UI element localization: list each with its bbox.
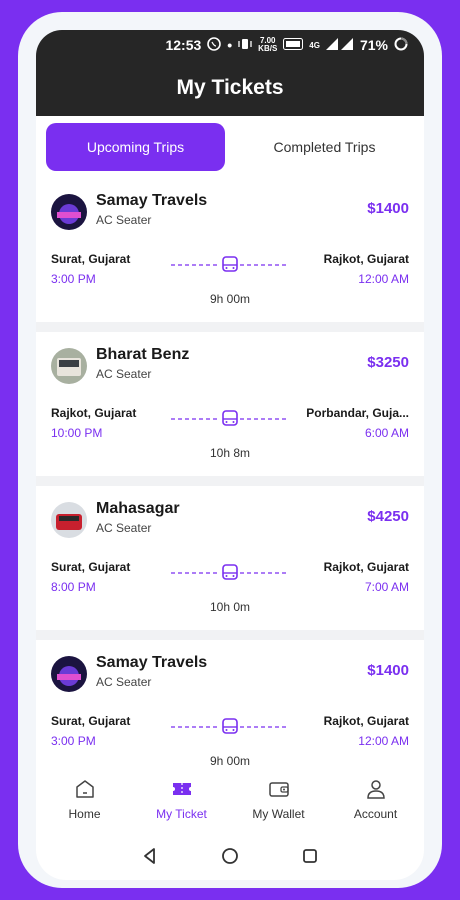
- dot-icon: •: [227, 37, 233, 53]
- trip-duration: 9h 00m: [209, 292, 251, 306]
- operator-avatar: [51, 194, 87, 230]
- recents-icon[interactable]: [301, 847, 319, 870]
- route-line: [171, 410, 289, 428]
- ticket-price: $1400: [367, 200, 409, 217]
- ticket-card[interactable]: Samay Travels AC Seater $1400 Surat, Guj…: [36, 178, 424, 322]
- ticket-price: $1400: [367, 662, 409, 679]
- app-bar: My Tickets: [36, 60, 424, 116]
- destination-city: Rajkot, Gujarat: [323, 252, 409, 266]
- signal-icon: [325, 37, 354, 53]
- operator-avatar: [51, 502, 87, 538]
- destination-city: Rajkot, Gujarat: [323, 560, 409, 574]
- ticket-list[interactable]: Samay Travels AC Seater $1400 Surat, Guj…: [36, 178, 424, 768]
- nav-my-ticket[interactable]: My Ticket: [133, 768, 230, 836]
- nav-home-label: Home: [68, 807, 101, 821]
- bus-icon: [222, 256, 238, 272]
- account-icon: [365, 778, 387, 803]
- nav-home[interactable]: Home: [36, 768, 133, 836]
- ticket-card[interactable]: Samay Travels AC Seater $1400 Surat, Guj…: [36, 640, 424, 768]
- vibrate-icon: [238, 37, 252, 53]
- trip-tabs: Upcoming Trips Completed Trips: [36, 116, 424, 178]
- tab-completed-trips[interactable]: Completed Trips: [235, 123, 414, 171]
- seat-type: AC Seater: [96, 675, 152, 689]
- trip-duration: 9h 00m: [209, 754, 251, 768]
- ticket-price: $4250: [367, 508, 409, 525]
- wallet-icon: [268, 778, 290, 803]
- departure-time: 8:00 PM: [51, 580, 96, 594]
- route-line: [171, 256, 289, 274]
- arrival-time: 12:00 AM: [358, 272, 409, 286]
- seat-type: AC Seater: [96, 213, 152, 227]
- arrival-time: 6:00 AM: [364, 426, 409, 440]
- volte-icon: [283, 37, 304, 53]
- operator-avatar: [51, 656, 87, 692]
- trip-duration: 10h 8m: [209, 446, 251, 460]
- bus-icon: [222, 410, 238, 426]
- operator-name: Samay Travels: [96, 654, 208, 671]
- nav-my-wallet-label: My Wallet: [252, 807, 305, 821]
- bottom-nav: Home My Ticket My Wallet Account: [36, 768, 424, 836]
- nav-my-wallet[interactable]: My Wallet: [230, 768, 327, 836]
- route-line: [171, 564, 289, 582]
- net-speed-unit: KB/S: [258, 44, 278, 53]
- route-line: [171, 718, 289, 736]
- nav-account[interactable]: Account: [327, 768, 424, 836]
- screen: 12:53 • 7.00 KB/S 4G 71% My Tickets Upcom…: [36, 30, 424, 880]
- operator-name: Mahasagar: [96, 500, 180, 517]
- origin-city: Surat, Gujarat: [51, 252, 131, 266]
- bus-icon: [222, 718, 238, 734]
- status-time: 12:53: [165, 37, 202, 53]
- nav-my-ticket-label: My Ticket: [156, 807, 207, 821]
- net-speed: 7.00 KB/S: [258, 37, 277, 53]
- page-title: My Tickets: [176, 76, 284, 99]
- system-nav-bar: [36, 836, 424, 880]
- battery-text: 71%: [359, 37, 388, 53]
- status-bar: 12:53 • 7.00 KB/S 4G 71%: [36, 30, 424, 60]
- operator-name: Bharat Benz: [96, 346, 190, 363]
- ticket-icon: [171, 778, 193, 803]
- whatsapp-icon: [207, 36, 222, 54]
- tab-upcoming-trips[interactable]: Upcoming Trips: [46, 123, 225, 171]
- seat-type: AC Seater: [96, 521, 152, 535]
- destination-city: Rajkot, Gujarat: [323, 714, 409, 728]
- operator-avatar: [51, 348, 87, 384]
- ticket-price: $3250: [367, 354, 409, 371]
- trip-duration: 10h 0m: [209, 600, 251, 614]
- destination-city: Porbandar, Guja...: [306, 406, 409, 420]
- nav-account-label: Account: [353, 807, 398, 821]
- origin-city: Surat, Gujarat: [51, 714, 131, 728]
- ticket-card[interactable]: Mahasagar AC Seater $4250 Surat, Gujarat…: [36, 486, 424, 630]
- arrival-time: 12:00 AM: [358, 734, 409, 748]
- battery-icon: [394, 37, 408, 54]
- origin-city: Rajkot, Gujarat: [51, 406, 137, 420]
- departure-time: 3:00 PM: [51, 272, 96, 286]
- bus-icon: [222, 564, 238, 580]
- operator-name: Samay Travels: [96, 192, 208, 209]
- back-icon[interactable]: [141, 847, 159, 870]
- home-circle-icon[interactable]: [221, 847, 239, 870]
- departure-time: 3:00 PM: [51, 734, 96, 748]
- network-type: 4G: [309, 40, 320, 50]
- home-icon: [74, 778, 96, 803]
- seat-type: AC Seater: [96, 367, 152, 381]
- departure-time: 10:00 PM: [51, 426, 103, 440]
- arrival-time: 7:00 AM: [364, 580, 409, 594]
- ticket-card[interactable]: Bharat Benz AC Seater $3250 Rajkot, Guja…: [36, 332, 424, 476]
- origin-city: Surat, Gujarat: [51, 560, 131, 574]
